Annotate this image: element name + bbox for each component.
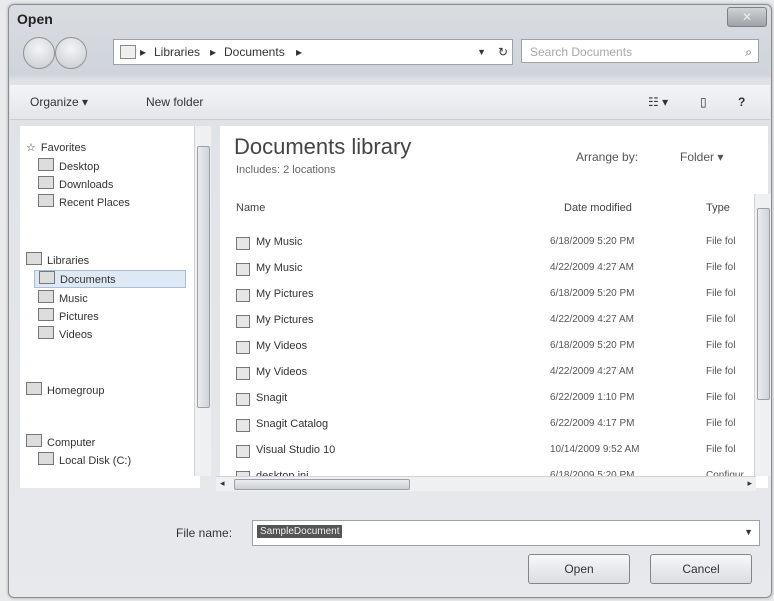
list-item[interactable]: Snagit 6/22/2009 1:10 PM File fol — [220, 386, 750, 412]
computer-icon — [26, 434, 42, 447]
address-bar[interactable]: ▸ Libraries ▸ Documents ▸ ▼ ↻ — [113, 39, 513, 65]
search-placeholder: Search Documents — [530, 45, 633, 59]
crumb-separator: ▸ — [140, 45, 147, 59]
arrange-dropdown[interactable]: Folder ▾ — [680, 150, 723, 164]
list-item[interactable]: My Videos 6/18/2009 5:20 PM File fol — [220, 334, 750, 360]
list-item[interactable]: My Pictures 4/22/2009 4:27 AM File fol — [220, 308, 750, 334]
file-name-input[interactable]: SampleDocument ▼ — [252, 520, 760, 546]
refresh-icon[interactable]: ↻ — [498, 40, 508, 64]
libraries-icon — [26, 252, 42, 265]
list-item[interactable]: My Videos 4/22/2009 4:27 AM File fol — [220, 360, 750, 386]
library-title: Documents library — [234, 134, 412, 159]
crumb-documents[interactable]: Documents — [224, 40, 285, 64]
music-icon — [38, 290, 54, 303]
sidebar-item-music[interactable]: Music — [38, 290, 88, 306]
chevron-down-icon[interactable]: ▼ — [477, 40, 486, 64]
sidebar-item-downloads[interactable]: Downloads — [38, 176, 113, 192]
sidebar-item-libraries[interactable]: Libraries — [26, 252, 89, 268]
drive-icon — [38, 452, 54, 465]
new-folder-button[interactable]: New folder — [146, 95, 203, 109]
sidebar-item-computer[interactable]: Computer — [26, 434, 95, 450]
folder-icon — [236, 367, 250, 380]
folder-icon — [236, 419, 250, 432]
folder-icon — [120, 45, 136, 59]
dialog-title: Open — [17, 11, 53, 27]
file-list-scroll-thumb[interactable] — [757, 208, 770, 400]
folder-icon — [236, 263, 250, 276]
sidebar-scrollbar[interactable] — [194, 126, 211, 476]
sidebar-item-desktop[interactable]: Desktop — [38, 158, 99, 174]
list-item[interactable]: My Music 4/22/2009 4:27 AM File fol — [220, 256, 750, 282]
scroll-right-icon[interactable]: ▸ — [747, 478, 752, 489]
back-button[interactable] — [23, 37, 55, 69]
pictures-icon — [38, 308, 54, 321]
column-header-name[interactable]: Name — [236, 202, 265, 214]
sidebar-item-favorites[interactable]: ☆ Favorites — [26, 140, 86, 156]
search-input[interactable]: Search Documents ⌕ — [521, 39, 759, 63]
navigation-pane: ☆ Favorites Desktop Downloads Recent Plac… — [20, 126, 200, 488]
list-item[interactable]: My Music 6/18/2009 5:20 PM File fol — [220, 230, 750, 256]
forward-button[interactable] — [55, 37, 87, 69]
preview-pane-icon[interactable]: ▯ — [700, 95, 707, 109]
sidebar-scroll-thumb[interactable] — [197, 146, 210, 408]
horizontal-scroll-thumb[interactable] — [234, 479, 410, 490]
close-button[interactable]: ✕ — [727, 7, 767, 27]
sidebar-item-pictures[interactable]: Pictures — [38, 308, 99, 324]
column-header-type[interactable]: Type — [706, 202, 730, 214]
list-item[interactable]: My Pictures 6/18/2009 5:20 PM File fol — [220, 282, 750, 308]
list-item[interactable]: Snagit Catalog 6/22/2009 4:17 PM File fol — [220, 412, 750, 438]
folder-icon — [236, 315, 250, 328]
crumb-libraries[interactable]: Libraries — [154, 40, 200, 64]
arrange-label: Arrange by: — [576, 150, 639, 164]
folder-icon — [236, 393, 250, 406]
videos-icon — [38, 326, 54, 339]
downloads-icon — [38, 176, 54, 189]
recent-places-icon — [38, 194, 54, 207]
sidebar-item-local-disk[interactable]: Local Disk (C:) — [38, 452, 131, 468]
folder-icon — [236, 237, 250, 250]
cancel-button[interactable]: Cancel — [650, 554, 752, 584]
documents-icon — [39, 271, 55, 284]
sidebar-item-homegroup[interactable]: Homegroup — [26, 382, 104, 398]
crumb-separator: ▸ — [296, 45, 303, 59]
folder-icon — [236, 445, 250, 458]
organize-button[interactable]: Organize ▾ — [30, 95, 88, 109]
list-item[interactable]: Visual Studio 10 10/14/2009 9:52 AM File f… — [220, 438, 750, 464]
crumb-separator: ▸ — [210, 45, 217, 59]
file-list-horizontal-scrollbar[interactable]: ◂ ▸ — [216, 476, 756, 491]
file-name-value: SampleDocument — [257, 525, 343, 538]
open-button[interactable]: Open — [528, 554, 630, 584]
folder-icon — [236, 341, 250, 354]
scroll-left-icon[interactable]: ◂ — [220, 478, 225, 489]
column-header-date[interactable]: Date modified — [564, 202, 632, 214]
toolbar: Organize ▾ New folder ☷ ▾ ▯ ? — [10, 85, 770, 120]
chevron-down-icon[interactable]: ▼ — [744, 527, 753, 537]
desktop-icon — [38, 158, 54, 171]
folder-icon — [236, 289, 250, 302]
search-icon[interactable]: ⌕ — [745, 40, 752, 64]
homegroup-icon — [26, 382, 42, 395]
help-icon[interactable]: ? — [738, 95, 745, 109]
library-subtitle[interactable]: Includes: 2 locations — [236, 164, 336, 176]
star-icon: ☆ — [26, 142, 36, 154]
sidebar-item-documents[interactable]: Documents — [34, 270, 186, 288]
file-name-label: File name: — [176, 526, 233, 540]
sidebar-item-videos[interactable]: Videos — [38, 326, 92, 342]
views-button[interactable]: ☷ ▾ — [648, 95, 668, 109]
sidebar-item-recent-places[interactable]: Recent Places — [38, 194, 130, 210]
file-list-pane: Documents library Includes: 2 locations … — [220, 126, 768, 488]
file-list-scrollbar[interactable] — [754, 194, 771, 476]
